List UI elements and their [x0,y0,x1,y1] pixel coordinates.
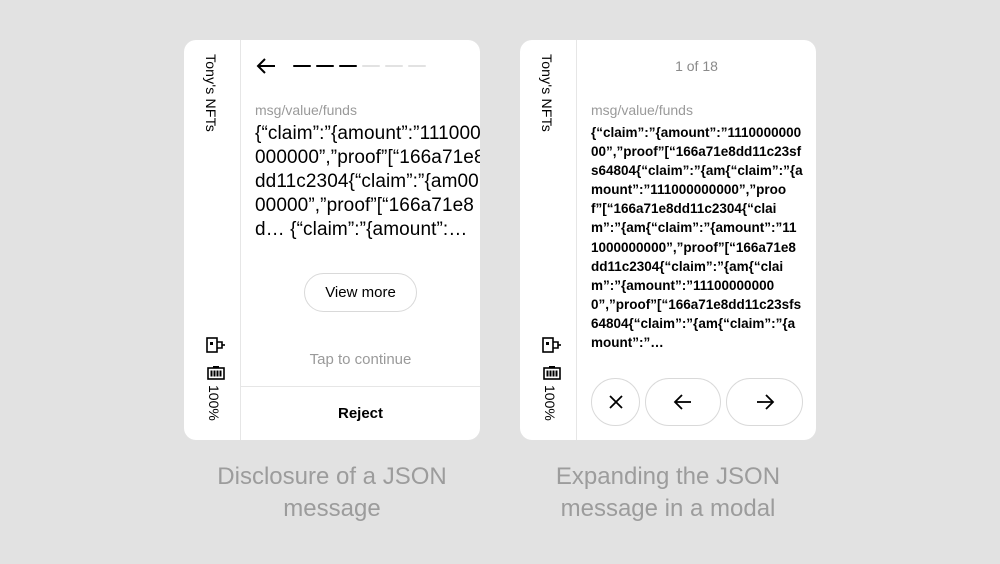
progress-step-complete [293,65,311,67]
status-sidebar: Tony's NFTs 100% [520,40,577,440]
screen-content: msg/value/funds {“claim”:”{amount”:”1110… [241,40,480,440]
device-screen-modal: Tony's NFTs 100% 1 of 18 msg/value/funds… [520,40,816,440]
page-indicator: 1 of 18 [675,58,718,74]
progress-step-pending [408,65,426,67]
field-path: msg/value/funds [591,102,693,118]
arrow-right-icon [756,394,774,410]
view-more-button[interactable]: View more [304,273,417,312]
device-name: Tony's NFTs [539,54,555,132]
battery-label: 100% [206,385,222,421]
progress-step-pending [385,65,403,67]
reject-footer: Reject [241,386,480,440]
status-sidebar: Tony's NFTs 100% [184,40,241,440]
battery-icon [207,366,225,380]
usb-icon [542,337,561,353]
device-name: Tony's NFTs [203,54,219,132]
previous-page-button[interactable] [645,378,721,426]
battery-icon [543,366,561,380]
step-progress-bar [293,65,426,67]
device-screen-disclosure: Tony's NFTs 100% msg/value/funds {“claim… [184,40,480,440]
progress-step-complete [339,65,357,67]
progress-step-pending [362,65,380,67]
caption-disclosure: Disclosure of a JSON message [217,463,447,522]
battery-label: 100% [542,385,558,421]
json-preview: {“claim”:”{amount”:”111000000000”,”proof… [255,123,480,240]
arrow-left-icon [673,394,691,410]
arrow-left-icon[interactable] [255,55,277,77]
progress-step-complete [316,65,334,67]
modal-content: 1 of 18 msg/value/funds {“claim”:”{amoun… [577,40,816,440]
close-button[interactable] [591,378,640,426]
usb-icon [206,337,225,353]
close-icon [608,395,623,409]
caption-modal: Expanding the JSON message in a modal [555,463,781,522]
reject-button[interactable]: Reject [338,405,383,422]
json-full-text: {“claim”:”{amount”:”111000000000”,”proof… [591,125,803,351]
next-page-button[interactable] [726,378,803,426]
tap-to-continue-hint[interactable]: Tap to continue [241,351,480,368]
field-path: msg/value/funds [255,102,357,118]
